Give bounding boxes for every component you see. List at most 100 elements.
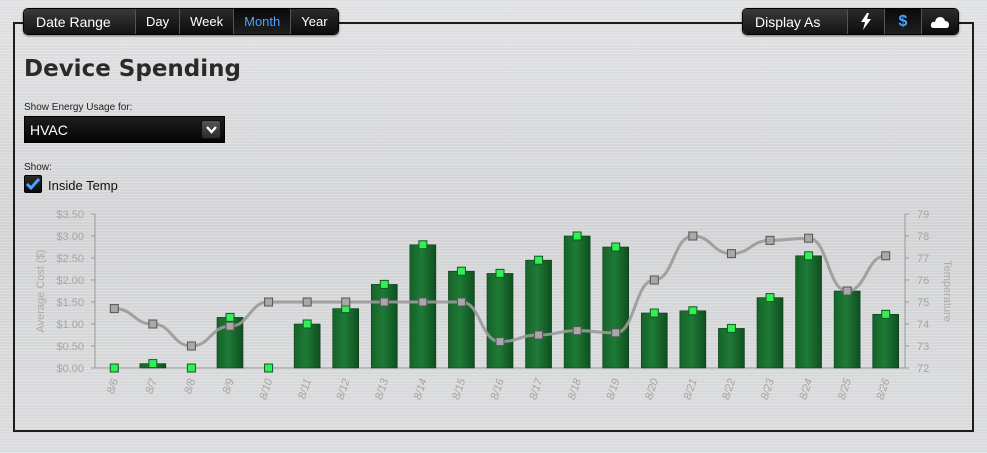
temperature-marker [302, 297, 312, 307]
energy-usage-label: Show Energy Usage for: [24, 102, 133, 113]
temperature-marker [611, 328, 621, 338]
date-range-year-button[interactable]: Year [290, 9, 338, 34]
bar [640, 312, 668, 369]
bar-marker [611, 242, 621, 252]
x-tick-label: 8/13 [373, 376, 391, 401]
bar-marker [804, 251, 814, 261]
temperature-marker [225, 321, 235, 331]
y-right-tick-label: 73 [917, 341, 929, 353]
y-right-tick-label: 74 [917, 319, 929, 331]
date-range-selector: Date Range Day Week Month Year [23, 8, 339, 35]
temperature-marker [726, 249, 736, 259]
bar [525, 259, 552, 369]
bar [332, 308, 360, 369]
x-tick-label: 8/16 [489, 376, 507, 401]
temperature-marker [842, 286, 852, 296]
bar-marker [765, 293, 775, 303]
y-right-axis-label: Temperature [941, 260, 953, 322]
temperature-marker [109, 304, 119, 314]
bar-marker [649, 308, 659, 318]
date-range-month-button[interactable]: Month [233, 9, 291, 34]
display-emissions-button[interactable] [921, 9, 958, 34]
temperature-marker [881, 251, 891, 261]
x-tick-label: 8/18 [566, 376, 584, 401]
bar-marker [688, 306, 698, 316]
x-tick-label: 8/17 [527, 376, 545, 401]
y-right-tick-label: 76 [917, 275, 929, 287]
bar [602, 246, 630, 369]
chevron-down-icon [201, 120, 221, 139]
temperature-marker [341, 297, 351, 307]
x-tick-label: 8/12 [335, 377, 353, 401]
bar-marker [726, 323, 736, 333]
temperature-marker [186, 341, 196, 351]
date-range-week-button[interactable]: Week [179, 9, 234, 34]
y-tick-label: $1.50 [56, 297, 84, 309]
x-tick-label: 8/22 [720, 377, 738, 401]
temperature-marker [456, 297, 466, 307]
x-tick-label: 8/21 [682, 377, 700, 401]
lightning-icon [861, 13, 871, 30]
x-tick-label: 8/7 [144, 376, 160, 395]
device-select[interactable]: HVAC [24, 116, 225, 143]
bar-marker [495, 268, 505, 278]
x-tick-label: 8/15 [450, 376, 468, 401]
bar-marker [264, 363, 274, 373]
bar-marker [572, 231, 582, 241]
show-label: Show: [24, 162, 52, 173]
bar-marker [302, 319, 312, 329]
temperature-marker [534, 330, 544, 340]
display-as-label: Display As [743, 9, 847, 34]
temperature-marker [765, 235, 775, 245]
y-right-tick-label: 72 [917, 363, 929, 375]
date-range-label: Date Range [24, 9, 135, 34]
bar [448, 270, 475, 369]
y-axis-label: Average Cost ($) [35, 250, 47, 333]
temperature-marker [379, 297, 389, 307]
x-tick-label: 8/26 [875, 376, 893, 401]
bar-marker [148, 359, 158, 369]
x-tick-label: 8/8 [182, 376, 198, 395]
bar-marker [534, 255, 544, 265]
x-tick-label: 8/10 [257, 376, 275, 401]
bar [718, 328, 745, 369]
cloud-icon [930, 16, 949, 28]
temperature-marker [264, 297, 274, 307]
bar-marker [109, 363, 119, 373]
y-right-tick-label: 77 [917, 253, 929, 265]
display-energy-button[interactable] [847, 9, 884, 34]
bar-marker [418, 240, 428, 250]
temperature-marker [804, 233, 814, 243]
bar [370, 284, 398, 369]
date-range-day-button[interactable]: Day [135, 9, 180, 34]
temperature-marker [148, 319, 158, 329]
inside-temp-label: Inside Temp [48, 178, 118, 193]
bar [679, 310, 707, 369]
x-tick-label: 8/23 [759, 376, 777, 401]
x-tick-label: 8/14 [412, 377, 430, 401]
temperature-marker [418, 297, 428, 307]
temperature-marker [649, 275, 659, 285]
bar-marker [186, 363, 196, 373]
y-tick-label: $2.50 [56, 253, 84, 265]
x-tick-label: 8/24 [797, 377, 815, 401]
bar-marker [456, 266, 466, 276]
page-title: Device Spending [24, 56, 241, 82]
x-tick-label: 8/6 [105, 376, 121, 395]
y-tick-label: $3.50 [56, 209, 84, 221]
y-tick-label: $0.00 [56, 363, 84, 375]
inside-temp-checkbox[interactable] [24, 175, 42, 193]
bar-marker [379, 279, 389, 289]
device-select-value: HVAC [30, 121, 68, 138]
temperature-marker [495, 337, 505, 347]
spending-chart: $0.00 $0.50 $1.00 $1.50 $2.00 $2.50 $3.00 $3.50… [35, 209, 953, 401]
bar [795, 255, 822, 369]
bar-marker [225, 312, 235, 322]
bar [486, 273, 514, 369]
y-tick-label: $0.50 [56, 341, 84, 353]
x-tick-label: 8/19 [605, 377, 623, 401]
checkmark-icon [26, 178, 40, 190]
display-cost-button[interactable]: $ [884, 9, 921, 34]
bar [833, 290, 861, 369]
bar [293, 323, 321, 369]
